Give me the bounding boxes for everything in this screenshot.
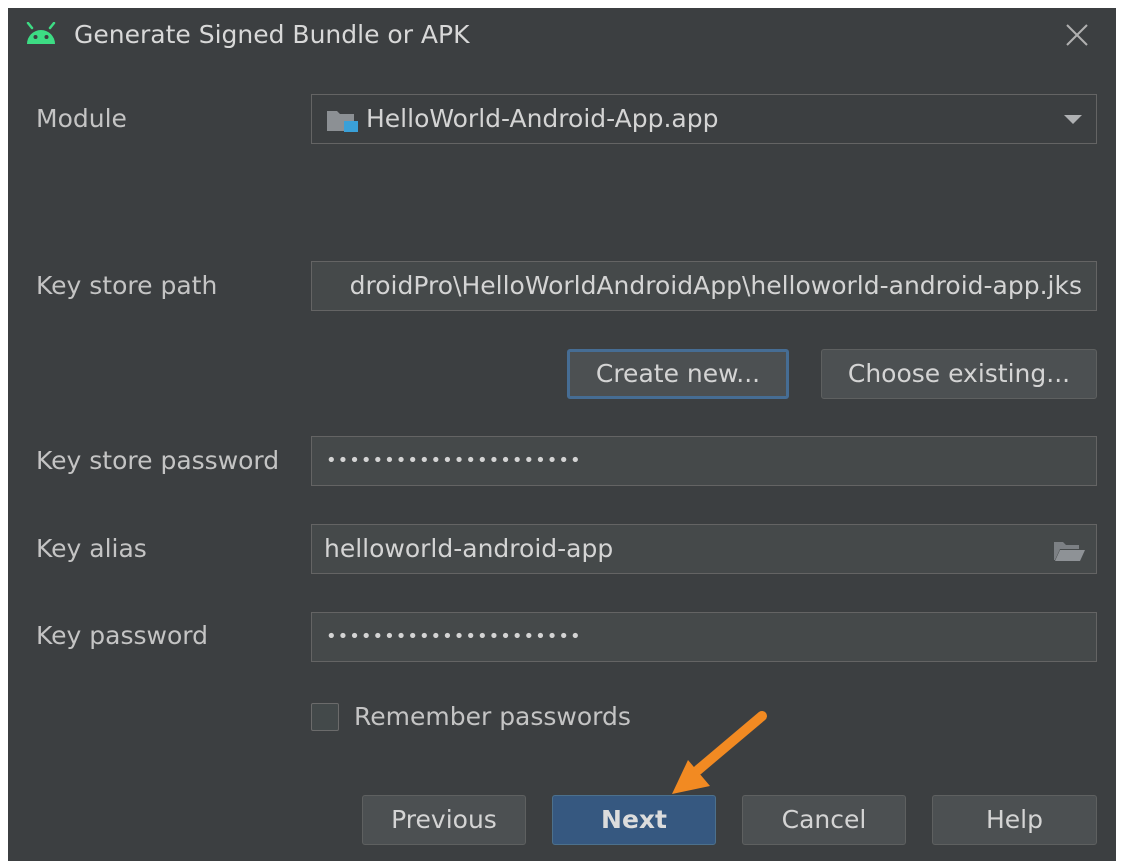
module-label: Module bbox=[36, 104, 127, 133]
previous-button[interactable]: Previous bbox=[362, 795, 526, 845]
key-alias-label: Key alias bbox=[36, 534, 147, 563]
module-combobox[interactable]: HelloWorld-Android-App.app bbox=[311, 94, 1097, 144]
help-button[interactable]: Help bbox=[932, 795, 1097, 845]
remember-passwords-checkbox[interactable] bbox=[311, 703, 339, 731]
module-value: HelloWorld-Android-App.app bbox=[366, 104, 719, 133]
key-password-input[interactable]: •••••••••••••••••••••• bbox=[311, 612, 1097, 662]
key-password-label: Key password bbox=[36, 621, 208, 650]
key-store-password-label: Key store password bbox=[36, 446, 280, 475]
remember-passwords-label[interactable]: Remember passwords bbox=[354, 702, 631, 731]
key-store-path-value: droidPro\HelloWorldAndroidApp\helloworld… bbox=[349, 271, 1082, 300]
chevron-down-icon[interactable] bbox=[1064, 115, 1082, 124]
title-bar: Generate Signed Bundle or APK bbox=[8, 8, 1116, 64]
create-new-button[interactable]: Create new... bbox=[567, 349, 789, 399]
close-icon[interactable] bbox=[1062, 20, 1092, 50]
key-store-password-input[interactable]: •••••••••••••••••••••• bbox=[311, 436, 1097, 486]
folder-open-icon[interactable] bbox=[1052, 537, 1086, 563]
annotation-arrow-icon bbox=[672, 711, 767, 794]
key-alias-value: helloworld-android-app bbox=[324, 534, 614, 563]
key-store-path-label: Key store path bbox=[36, 271, 218, 300]
android-icon bbox=[26, 22, 56, 44]
key-store-path-input[interactable]: droidPro\HelloWorldAndroidApp\helloworld… bbox=[311, 261, 1097, 311]
module-folder-icon bbox=[327, 111, 358, 132]
choose-existing-button[interactable]: Choose existing... bbox=[821, 349, 1097, 399]
dialog-title: Generate Signed Bundle or APK bbox=[74, 20, 470, 49]
key-alias-input[interactable]: helloworld-android-app bbox=[311, 524, 1097, 574]
signed-bundle-dialog: Generate Signed Bundle or APK Module Hel… bbox=[8, 8, 1116, 861]
